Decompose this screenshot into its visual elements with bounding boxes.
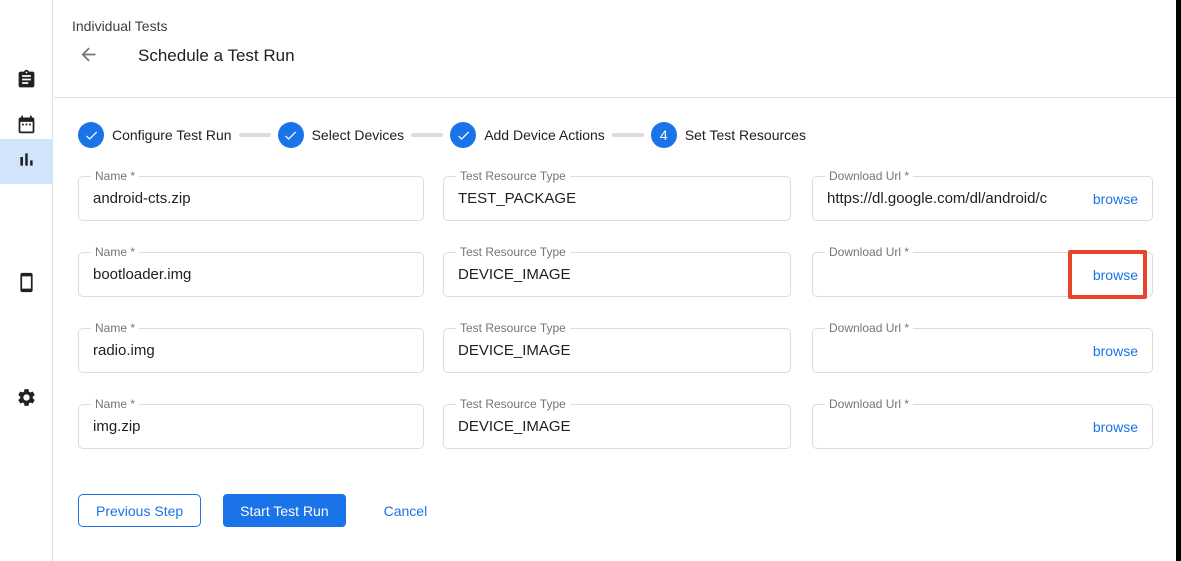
step-connector [239,133,271,137]
resource-row: Name * radio.img Test Resource Type DEVI… [78,328,1153,373]
download-url-field-label: Download Url * [825,245,913,259]
step-complete-check-icon [278,122,304,148]
sidebar-item-test-runs[interactable] [0,139,53,184]
back-button[interactable] [76,44,100,68]
browse-link[interactable]: browse [1085,419,1152,435]
download-url-field[interactable]: Download Url * browse [812,328,1153,373]
previous-step-button[interactable]: Previous Step [78,494,201,527]
bar-chart-icon [16,149,37,175]
download-url-field-label: Download Url * [825,397,913,411]
step-connector [612,133,644,137]
gear-icon [16,387,37,413]
resource-type-field[interactable]: Test Resource Type DEVICE_IMAGE [443,404,791,449]
sidebar-item-tests[interactable] [0,59,53,104]
sidebar [0,0,53,561]
step-complete-check-icon [450,122,476,148]
name-field-value: img.zip [79,405,423,448]
browse-link[interactable]: browse [1085,343,1152,359]
resource-type-field-label: Test Resource Type [456,321,570,335]
calendar-icon [16,114,37,140]
header-divider [54,97,1176,98]
name-field[interactable]: Name * radio.img [78,328,424,373]
resource-type-field[interactable]: Test Resource Type TEST_PACKAGE [443,176,791,221]
download-url-field[interactable]: Download Url * browse [812,252,1153,297]
breadcrumb: Individual Tests [72,18,167,34]
name-field-label: Name * [91,321,139,335]
clipboard-icon [16,69,37,95]
name-field[interactable]: Name * img.zip [78,404,424,449]
resource-type-field[interactable]: Test Resource Type DEVICE_IMAGE [443,328,791,373]
name-field-label: Name * [91,397,139,411]
start-test-run-button[interactable]: Start Test Run [223,494,345,527]
step-label: Select Devices [312,127,405,143]
download-url-field-label: Download Url * [825,169,913,183]
step-connector [411,133,443,137]
step-configure-test-run[interactable]: Configure Test Run [78,122,232,148]
smartphone-icon [16,272,37,298]
resource-type-field-label: Test Resource Type [456,169,570,183]
step-number-badge: 4 [651,122,677,148]
download-url-field[interactable]: Download Url * https://dl.google.com/dl/… [812,176,1153,221]
name-field-label: Name * [91,169,139,183]
resource-type-field-value: DEVICE_IMAGE [444,329,790,372]
step-set-test-resources[interactable]: 4 Set Test Resources [651,122,806,148]
browse-link[interactable]: browse [1085,267,1152,283]
resource-type-field-value: DEVICE_IMAGE [444,405,790,448]
resource-type-field-label: Test Resource Type [456,397,570,411]
browse-link[interactable]: browse [1085,191,1152,207]
name-field-value: bootloader.img [79,253,423,296]
sidebar-item-settings[interactable] [0,377,53,422]
resource-type-field-value: DEVICE_IMAGE [444,253,790,296]
cancel-button[interactable]: Cancel [384,494,428,527]
arrow-back-icon [78,44,99,68]
download-url-field-label: Download Url * [825,321,913,335]
download-url-field[interactable]: Download Url * browse [812,404,1153,449]
page-title: Schedule a Test Run [138,46,295,66]
step-select-devices[interactable]: Select Devices [278,122,405,148]
window-edge-strip [1176,0,1181,561]
step-complete-check-icon [78,122,104,148]
name-field-label: Name * [91,245,139,259]
action-bar: Previous Step Start Test Run Cancel [78,494,427,527]
download-url-value: https://dl.google.com/dl/android/c [827,190,1085,207]
sidebar-item-devices[interactable] [0,262,53,307]
stepper: Configure Test Run Select Devices Add De… [78,122,806,148]
name-field[interactable]: Name * bootloader.img [78,252,424,297]
name-field[interactable]: Name * android-cts.zip [78,176,424,221]
step-add-device-actions[interactable]: Add Device Actions [450,122,605,148]
test-resources-form: Name * android-cts.zip Test Resource Typ… [78,176,1153,480]
app-window: Individual Tests Schedule a Test Run Con… [0,0,1181,561]
resource-type-field-label: Test Resource Type [456,245,570,259]
name-field-value: radio.img [79,329,423,372]
resource-row: Name * bootloader.img Test Resource Type… [78,252,1153,297]
name-field-value: android-cts.zip [79,177,423,220]
resource-row: Name * android-cts.zip Test Resource Typ… [78,176,1153,221]
resource-row: Name * img.zip Test Resource Type DEVICE… [78,404,1153,449]
step-label: Configure Test Run [112,127,232,143]
resource-type-field[interactable]: Test Resource Type DEVICE_IMAGE [443,252,791,297]
resource-type-field-value: TEST_PACKAGE [444,177,790,220]
step-label: Add Device Actions [484,127,605,143]
step-label: Set Test Resources [685,127,806,143]
